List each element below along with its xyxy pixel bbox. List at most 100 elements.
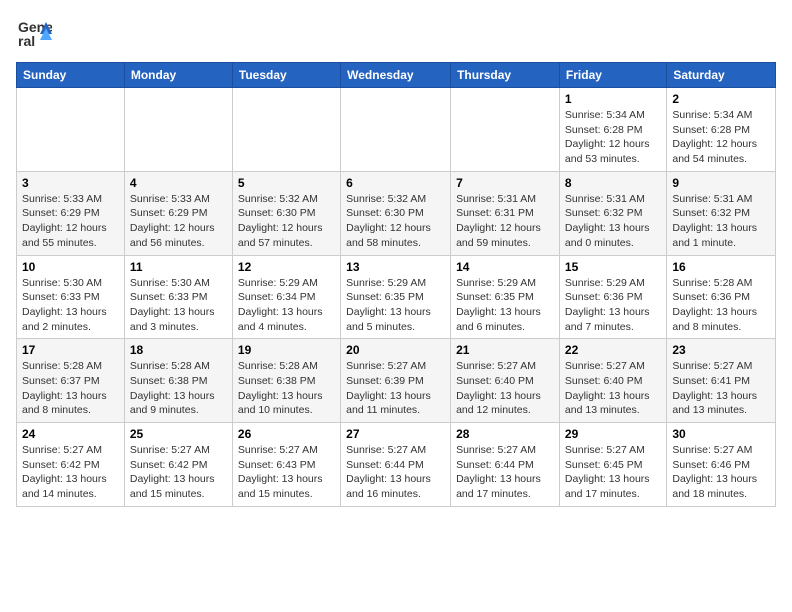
day-number: 20 xyxy=(346,343,445,357)
day-number: 7 xyxy=(456,176,554,190)
day-cell: 5 Sunrise: 5:32 AM Sunset: 6:30 PM Daylig… xyxy=(232,171,340,255)
day-number: 14 xyxy=(456,260,554,274)
day-cell: 13 Sunrise: 5:29 AM Sunset: 6:35 PM Dayli… xyxy=(341,255,451,339)
calendar-table: SundayMondayTuesdayWednesdayThursdayFrid… xyxy=(16,62,776,507)
day-number: 19 xyxy=(238,343,335,357)
day-number: 21 xyxy=(456,343,554,357)
day-number: 29 xyxy=(565,427,661,441)
weekday-header-friday: Friday xyxy=(559,63,666,88)
day-info: Sunrise: 5:34 AM Sunset: 6:28 PM Dayligh… xyxy=(565,108,661,167)
weekday-header-saturday: Saturday xyxy=(667,63,776,88)
day-info: Sunrise: 5:27 AM Sunset: 6:41 PM Dayligh… xyxy=(672,359,770,418)
day-cell: 4 Sunrise: 5:33 AM Sunset: 6:29 PM Daylig… xyxy=(124,171,232,255)
day-info: Sunrise: 5:31 AM Sunset: 6:32 PM Dayligh… xyxy=(565,192,661,251)
day-cell: 29 Sunrise: 5:27 AM Sunset: 6:45 PM Dayli… xyxy=(559,423,666,507)
day-info: Sunrise: 5:28 AM Sunset: 6:38 PM Dayligh… xyxy=(130,359,227,418)
day-cell xyxy=(17,88,125,172)
day-cell: 27 Sunrise: 5:27 AM Sunset: 6:44 PM Dayli… xyxy=(341,423,451,507)
day-number: 30 xyxy=(672,427,770,441)
day-info: Sunrise: 5:27 AM Sunset: 6:40 PM Dayligh… xyxy=(565,359,661,418)
day-info: Sunrise: 5:34 AM Sunset: 6:28 PM Dayligh… xyxy=(672,108,770,167)
day-cell: 15 Sunrise: 5:29 AM Sunset: 6:36 PM Dayli… xyxy=(559,255,666,339)
day-number: 3 xyxy=(22,176,119,190)
logo: Gene ral xyxy=(16,16,56,52)
day-number: 17 xyxy=(22,343,119,357)
day-info: Sunrise: 5:27 AM Sunset: 6:44 PM Dayligh… xyxy=(456,443,554,502)
day-info: Sunrise: 5:27 AM Sunset: 6:39 PM Dayligh… xyxy=(346,359,445,418)
weekday-header-monday: Monday xyxy=(124,63,232,88)
week-row-1: 1 Sunrise: 5:34 AM Sunset: 6:28 PM Daylig… xyxy=(17,88,776,172)
day-number: 13 xyxy=(346,260,445,274)
day-info: Sunrise: 5:27 AM Sunset: 6:45 PM Dayligh… xyxy=(565,443,661,502)
day-info: Sunrise: 5:27 AM Sunset: 6:42 PM Dayligh… xyxy=(22,443,119,502)
day-info: Sunrise: 5:27 AM Sunset: 6:44 PM Dayligh… xyxy=(346,443,445,502)
day-cell: 24 Sunrise: 5:27 AM Sunset: 6:42 PM Dayli… xyxy=(17,423,125,507)
day-cell: 28 Sunrise: 5:27 AM Sunset: 6:44 PM Dayli… xyxy=(451,423,560,507)
weekday-header-row: SundayMondayTuesdayWednesdayThursdayFrid… xyxy=(17,63,776,88)
weekday-header-thursday: Thursday xyxy=(451,63,560,88)
day-number: 6 xyxy=(346,176,445,190)
day-cell: 17Sunrise: 5:28 AM Sunset: 6:37 PM Dayli… xyxy=(17,339,125,423)
day-info: Sunrise: 5:31 AM Sunset: 6:31 PM Dayligh… xyxy=(456,192,554,251)
day-cell: 22 Sunrise: 5:27 AM Sunset: 6:40 PM Dayli… xyxy=(559,339,666,423)
day-cell: 3Sunrise: 5:33 AM Sunset: 6:29 PM Daylig… xyxy=(17,171,125,255)
day-info: Sunrise: 5:27 AM Sunset: 6:46 PM Dayligh… xyxy=(672,443,770,502)
day-cell: 18Sunrise: 5:28 AM Sunset: 6:38 PM Dayli… xyxy=(124,339,232,423)
day-number: 2 xyxy=(672,92,770,106)
day-cell: 19Sunrise: 5:28 AM Sunset: 6:38 PM Dayli… xyxy=(232,339,340,423)
day-number: 26 xyxy=(238,427,335,441)
day-number: 22 xyxy=(565,343,661,357)
day-cell xyxy=(124,88,232,172)
day-info: Sunrise: 5:33 AM Sunset: 6:29 PM Dayligh… xyxy=(130,192,227,251)
svg-text:ral: ral xyxy=(18,33,35,49)
day-cell: 16Sunrise: 5:28 AM Sunset: 6:36 PM Dayli… xyxy=(667,255,776,339)
page-header: Gene ral xyxy=(16,16,776,52)
day-number: 8 xyxy=(565,176,661,190)
day-number: 23 xyxy=(672,343,770,357)
day-info: Sunrise: 5:27 AM Sunset: 6:42 PM Dayligh… xyxy=(130,443,227,502)
day-info: Sunrise: 5:27 AM Sunset: 6:40 PM Dayligh… xyxy=(456,359,554,418)
week-row-4: 17Sunrise: 5:28 AM Sunset: 6:37 PM Dayli… xyxy=(17,339,776,423)
day-number: 1 xyxy=(565,92,661,106)
day-info: Sunrise: 5:29 AM Sunset: 6:35 PM Dayligh… xyxy=(456,276,554,335)
day-info: Sunrise: 5:30 AM Sunset: 6:33 PM Dayligh… xyxy=(130,276,227,335)
day-info: Sunrise: 5:28 AM Sunset: 6:36 PM Dayligh… xyxy=(672,276,770,335)
day-cell: 21 Sunrise: 5:27 AM Sunset: 6:40 PM Dayli… xyxy=(451,339,560,423)
weekday-header-sunday: Sunday xyxy=(17,63,125,88)
day-cell: 14 Sunrise: 5:29 AM Sunset: 6:35 PM Dayli… xyxy=(451,255,560,339)
day-cell: 2 Sunrise: 5:34 AM Sunset: 6:28 PM Daylig… xyxy=(667,88,776,172)
day-info: Sunrise: 5:30 AM Sunset: 6:33 PM Dayligh… xyxy=(22,276,119,335)
day-cell: 20 Sunrise: 5:27 AM Sunset: 6:39 PM Dayli… xyxy=(341,339,451,423)
day-number: 11 xyxy=(130,260,227,274)
day-cell: 6 Sunrise: 5:32 AM Sunset: 6:30 PM Daylig… xyxy=(341,171,451,255)
day-info: Sunrise: 5:27 AM Sunset: 6:43 PM Dayligh… xyxy=(238,443,335,502)
day-cell: 10 Sunrise: 5:30 AM Sunset: 6:33 PM Dayli… xyxy=(17,255,125,339)
day-number: 10 xyxy=(22,260,119,274)
day-cell xyxy=(341,88,451,172)
day-number: 15 xyxy=(565,260,661,274)
day-cell: 12Sunrise: 5:29 AM Sunset: 6:34 PM Dayli… xyxy=(232,255,340,339)
week-row-5: 24 Sunrise: 5:27 AM Sunset: 6:42 PM Dayli… xyxy=(17,423,776,507)
day-number: 5 xyxy=(238,176,335,190)
day-cell: 9Sunrise: 5:31 AM Sunset: 6:32 PM Daylig… xyxy=(667,171,776,255)
day-cell: 1 Sunrise: 5:34 AM Sunset: 6:28 PM Daylig… xyxy=(559,88,666,172)
day-cell: 25 Sunrise: 5:27 AM Sunset: 6:42 PM Dayli… xyxy=(124,423,232,507)
day-info: Sunrise: 5:32 AM Sunset: 6:30 PM Dayligh… xyxy=(346,192,445,251)
day-cell: 11 Sunrise: 5:30 AM Sunset: 6:33 PM Dayli… xyxy=(124,255,232,339)
day-number: 28 xyxy=(456,427,554,441)
day-cell: 23 Sunrise: 5:27 AM Sunset: 6:41 PM Dayli… xyxy=(667,339,776,423)
day-cell: 30 Sunrise: 5:27 AM Sunset: 6:46 PM Dayli… xyxy=(667,423,776,507)
day-cell xyxy=(451,88,560,172)
day-number: 12 xyxy=(238,260,335,274)
day-info: Sunrise: 5:29 AM Sunset: 6:36 PM Dayligh… xyxy=(565,276,661,335)
day-number: 25 xyxy=(130,427,227,441)
day-info: Sunrise: 5:32 AM Sunset: 6:30 PM Dayligh… xyxy=(238,192,335,251)
day-number: 4 xyxy=(130,176,227,190)
day-info: Sunrise: 5:31 AM Sunset: 6:32 PM Dayligh… xyxy=(672,192,770,251)
day-number: 24 xyxy=(22,427,119,441)
day-cell: 26 Sunrise: 5:27 AM Sunset: 6:43 PM Dayli… xyxy=(232,423,340,507)
week-row-2: 3 Sunrise: 5:33 AM Sunset: 6:29 PM Daylig… xyxy=(17,171,776,255)
day-number: 27 xyxy=(346,427,445,441)
day-cell: 8 Sunrise: 5:31 AM Sunset: 6:32 PM Daylig… xyxy=(559,171,666,255)
day-info: Sunrise: 5:29 AM Sunset: 6:35 PM Dayligh… xyxy=(346,276,445,335)
